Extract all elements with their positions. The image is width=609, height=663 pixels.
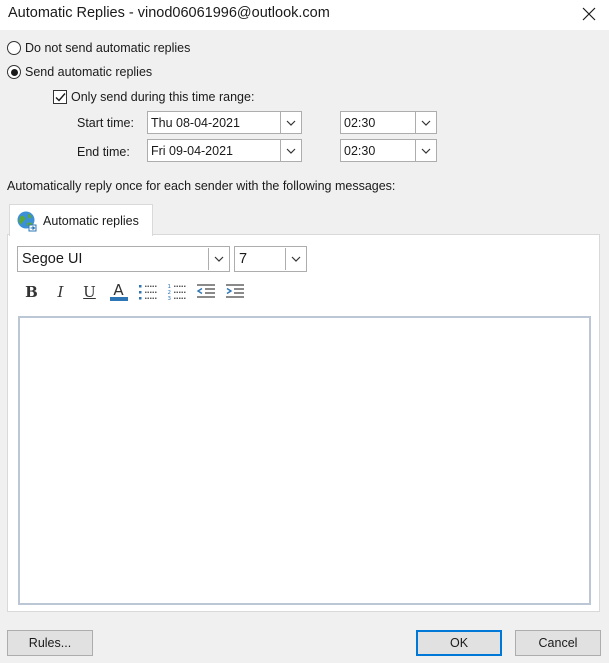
time-range-label: Only send during this time range: <box>71 90 255 104</box>
numbering-icon: 1 2 3 <box>167 284 186 301</box>
no-reply-label: Do not send automatic replies <box>25 41 191 55</box>
font-size-combo[interactable]: 7 <box>234 246 307 272</box>
font-name-dropdown[interactable] <box>208 248 228 270</box>
check-icon <box>55 92 66 102</box>
end-time-combo[interactable]: 02:30 <box>340 139 437 162</box>
end-time-value: 02:30 <box>344 143 376 158</box>
italic-button[interactable]: I <box>49 281 72 303</box>
start-date-combo[interactable]: Thu 08-04-2021 <box>147 111 302 134</box>
time-range-option[interactable]: Only send during this time range: <box>53 90 254 104</box>
font-name-combo[interactable]: Segoe UI <box>17 246 230 272</box>
font-color-bar <box>109 297 128 301</box>
font-name-value: Segoe UI <box>22 251 83 267</box>
chevron-down-icon <box>421 120 431 126</box>
globe-icon <box>17 211 37 231</box>
message-editor[interactable] <box>18 316 591 605</box>
ok-button[interactable]: OK <box>416 630 502 656</box>
svg-text:3: 3 <box>167 296 171 301</box>
end-time-label: End time: <box>77 145 130 159</box>
reply-instruction: Automatically reply once for each sender… <box>7 179 396 193</box>
chevron-down-icon <box>214 256 223 262</box>
font-size-value: 7 <box>239 251 248 267</box>
bullets-button[interactable] <box>136 281 159 303</box>
decrease-indent-icon <box>196 284 215 298</box>
chevron-down-icon <box>421 148 431 154</box>
start-date-dropdown[interactable] <box>280 112 301 133</box>
chevron-down-icon <box>291 256 300 262</box>
numbering-button[interactable]: 1 2 3 <box>165 281 188 303</box>
title-bar: Automatic Replies - vinod06061996@outloo… <box>0 0 609 30</box>
window-title: Automatic Replies - vinod06061996@outloo… <box>8 5 330 21</box>
increase-indent-icon <box>225 284 244 298</box>
no-reply-radio[interactable] <box>7 41 21 55</box>
start-date-value: Thu 08-04-2021 <box>151 115 240 130</box>
font-color-button[interactable]: A <box>107 281 130 303</box>
cancel-button[interactable]: Cancel <box>515 630 601 656</box>
increase-indent-button[interactable] <box>223 281 246 303</box>
time-range-checkbox[interactable] <box>53 90 67 104</box>
font-color-glyph: A <box>113 281 124 299</box>
formatting-toolbar: B I U A 1 2 3 <box>20 281 246 303</box>
chevron-down-icon <box>286 120 296 126</box>
no-reply-option[interactable]: Do not send automatic replies <box>7 41 190 55</box>
close-icon <box>582 7 596 21</box>
close-button[interactable] <box>577 2 601 26</box>
send-reply-label: Send automatic replies <box>25 65 153 79</box>
start-time-combo[interactable]: 02:30 <box>340 111 437 134</box>
bold-button[interactable]: B <box>20 281 43 303</box>
decrease-indent-button[interactable] <box>194 281 217 303</box>
send-reply-option[interactable]: Send automatic replies <box>7 65 152 79</box>
start-time-value: 02:30 <box>344 115 376 130</box>
chevron-down-icon <box>286 148 296 154</box>
bullets-icon <box>138 285 157 300</box>
underline-button[interactable]: U <box>78 281 101 303</box>
end-time-dropdown[interactable] <box>415 140 436 161</box>
font-size-dropdown[interactable] <box>285 248 305 270</box>
start-time-dropdown[interactable] <box>415 112 436 133</box>
rules-button[interactable]: Rules... <box>7 630 93 656</box>
end-date-combo[interactable]: Fri 09-04-2021 <box>147 139 302 162</box>
start-time-label: Start time: <box>77 116 134 130</box>
end-date-dropdown[interactable] <box>280 140 301 161</box>
send-reply-radio[interactable] <box>7 65 21 79</box>
end-date-value: Fri 09-04-2021 <box>151 143 233 158</box>
tab-label: Automatic replies <box>43 213 139 228</box>
tab-automatic-replies[interactable]: Automatic replies <box>9 204 153 236</box>
message-panel: Segoe UI 7 B I U A 1 2 3 <box>7 234 600 612</box>
